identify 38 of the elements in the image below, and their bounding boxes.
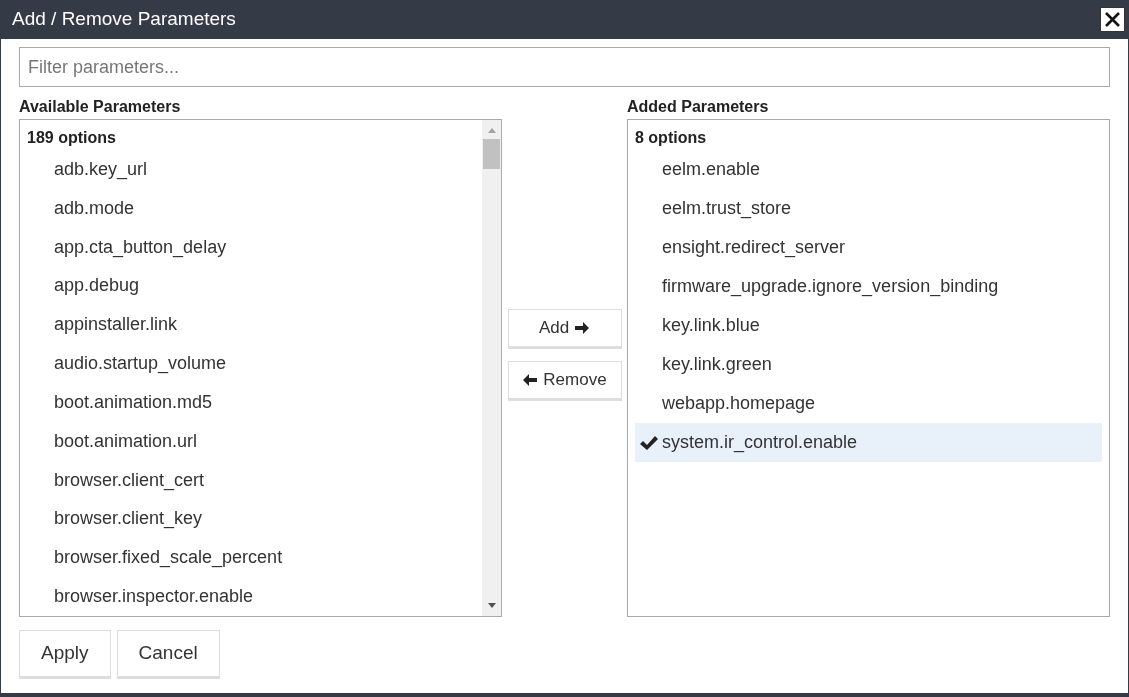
list-label: Available Parameters [19, 97, 182, 117]
close-icon [1104, 11, 1121, 28]
option-count: 8 options [635, 128, 708, 148]
list-option[interactable]: browser.client_cert [27, 460, 475, 500]
list-option[interactable]: eelm.trust_store [635, 189, 1102, 228]
list-option[interactable]: key.link.blue [635, 306, 1102, 345]
scroll-down-icon[interactable] [486, 602, 497, 610]
scrollbar[interactable] [482, 120, 501, 616]
list-option[interactable]: app.debug [27, 266, 475, 306]
close-button[interactable] [1100, 7, 1125, 32]
remove-button[interactable]: Remove [507, 361, 622, 401]
right-arrow-icon [574, 320, 591, 336]
cancel-button[interactable]: Cancel [116, 630, 220, 679]
list-option[interactable]: app.cta_button_delay [27, 227, 475, 267]
window-title: Add / Remove Parameters [12, 7, 236, 32]
list-option[interactable]: boot.animation.url [27, 421, 475, 461]
list-option[interactable]: browser.fixed_scale_percent [27, 538, 475, 578]
list-option[interactable]: browser.inspector.enable [27, 577, 475, 616]
list-option[interactable]: browser.client_key [27, 499, 475, 539]
list-option[interactable]: appinstaller.link [27, 305, 475, 345]
option-count: 189 options [27, 128, 117, 148]
list-option[interactable]: key.link.green [635, 345, 1102, 384]
apply-button[interactable]: Apply [19, 630, 111, 679]
list-option[interactable]: eelm.enable [635, 150, 1102, 189]
list-option[interactable]: webapp.homepage [635, 384, 1102, 423]
left-arrow-icon [522, 372, 539, 388]
list-option[interactable]: system.ir_control.enable [635, 423, 1102, 462]
list-label: Added Parameters [627, 97, 770, 117]
scrollbar-thumb[interactable] [483, 139, 500, 169]
list-option[interactable]: boot.animation.md5 [27, 382, 475, 422]
list-option[interactable]: audio.startup_volume [27, 344, 475, 383]
scroll-up-icon[interactable] [486, 126, 497, 134]
list-option[interactable]: ensight.redirect_server [635, 228, 1102, 267]
list-option[interactable]: adb.mode [27, 188, 475, 228]
list-option[interactable]: adb.key_url [27, 150, 475, 189]
filter-field[interactable]: Filter parameters... [19, 47, 1110, 87]
list-option[interactable]: firmware_upgrade.ignore_version_binding [635, 267, 1102, 306]
add-button[interactable]: Add [507, 309, 622, 349]
